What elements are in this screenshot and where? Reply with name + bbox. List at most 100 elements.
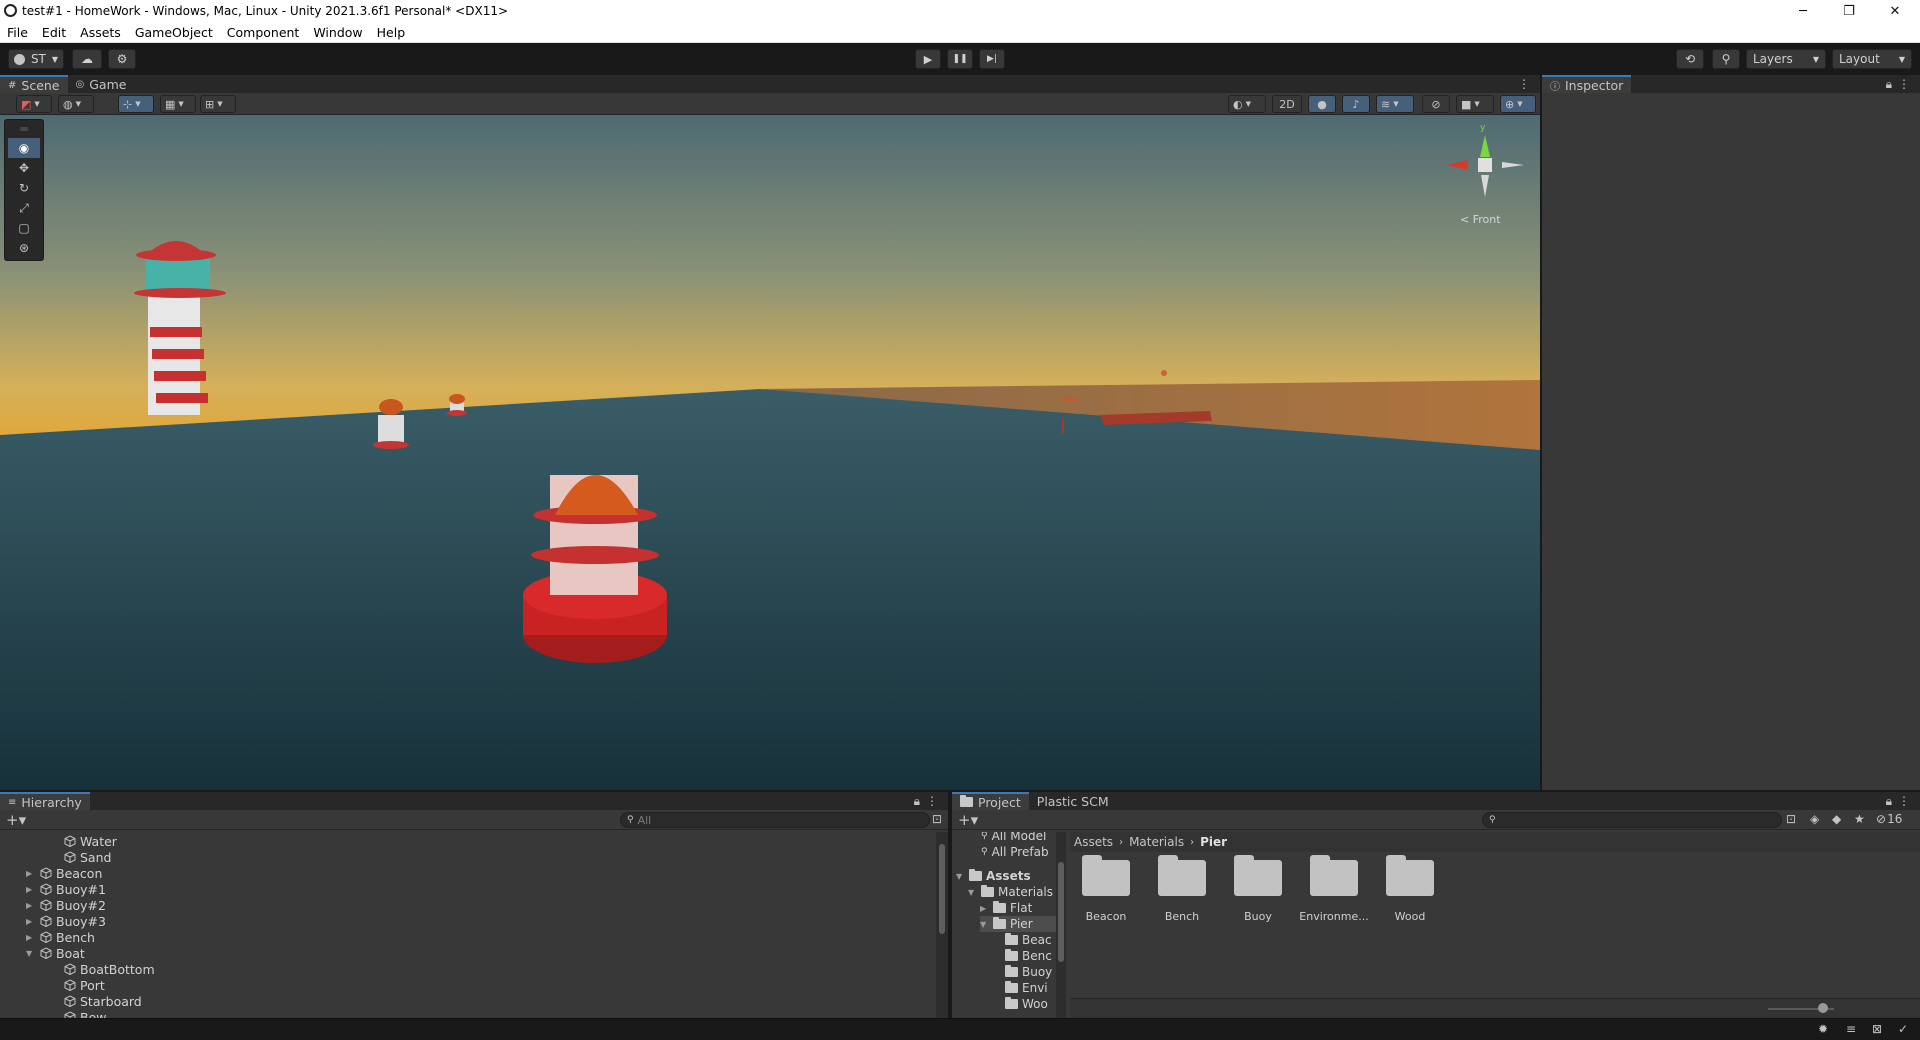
more-options-icon[interactable]: ⋮ (1898, 794, 1910, 808)
minimize-button[interactable]: ─ (1780, 0, 1826, 22)
close-button[interactable]: ✕ (1872, 0, 1918, 22)
scene-audio-toggle[interactable]: ♪ (1342, 95, 1370, 113)
expand-arrow-icon[interactable]: ▶ (980, 904, 989, 913)
project-tree-item[interactable]: ⚲ All Model (968, 832, 1046, 844)
layers-dropdown[interactable]: Layers ▼ (1746, 49, 1826, 69)
increment-snap-dropdown[interactable]: ⊞ ▼ (200, 95, 236, 113)
asset-folder[interactable]: Bench (1146, 855, 1218, 923)
expand-arrow-icon[interactable]: ▶ (26, 885, 36, 894)
zoom-slider-thumb[interactable] (1818, 1003, 1828, 1013)
expand-arrow-icon[interactable]: ▶ (26, 869, 36, 878)
scene-lighting-toggle[interactable]: ● (1308, 95, 1336, 113)
bug-icon[interactable]: ✹ (1818, 1022, 1828, 1036)
tab-game[interactable]: ◎ Game (68, 75, 135, 93)
asset-folder[interactable]: Beacon (1070, 855, 1142, 923)
hierarchy-item[interactable]: ▶ Beacon (26, 865, 102, 881)
menu-help[interactable]: Help (370, 25, 413, 40)
lock-icon[interactable]: 🔒︎ (1886, 794, 1892, 809)
project-tree-item[interactable]: Envi (992, 980, 1048, 996)
hierarchy-item[interactable]: ▼ Boat (26, 945, 85, 961)
menu-window[interactable]: Window (306, 25, 369, 40)
more-options-icon[interactable]: ⋮ (926, 794, 938, 808)
search-button[interactable]: ⚲ (1712, 49, 1740, 69)
grid-dropdown[interactable]: ▦ ▼ (160, 95, 196, 113)
collab-button[interactable]: ⚙ (108, 49, 136, 69)
label-tag-icon[interactable]: ◆ (1832, 812, 1841, 826)
hidden-packages-toggle[interactable]: ⊘ 16 (1876, 812, 1902, 826)
expand-arrow-icon[interactable]: ▶ (26, 901, 36, 910)
hierarchy-item[interactable]: ▶ Bench (26, 929, 95, 945)
hierarchy-item[interactable]: Port (50, 977, 105, 993)
menu-gameobject[interactable]: GameObject (128, 25, 220, 40)
asset-folder[interactable]: Environme... (1298, 855, 1370, 923)
hierarchy-item[interactable]: ▶ Buoy#1 (26, 881, 106, 897)
lighting-dropdown[interactable]: ◐ ▼ (1228, 95, 1266, 113)
scene-visibility-icon[interactable]: ⊡ (932, 812, 942, 826)
expand-arrow-icon[interactable]: ▼ (980, 920, 989, 929)
gizmos-dropdown[interactable]: ⊕ ▼ (1500, 95, 1536, 113)
project-tree-item[interactable]: Buoy (992, 964, 1052, 980)
check-icon[interactable]: ✓ (1898, 1022, 1908, 1036)
hierarchy-item[interactable]: ▶ Buoy#3 (26, 913, 106, 929)
tab-inspector[interactable]: ⓘ Inspector (1542, 75, 1632, 93)
hierarchy-search-input[interactable]: ⚲ All (620, 812, 930, 828)
rect-tool-button[interactable]: ▢ (8, 218, 40, 238)
asset-folder[interactable]: Wood (1374, 855, 1446, 923)
breadcrumb-pier[interactable]: Pier (1200, 835, 1227, 849)
play-button[interactable]: ▶ (915, 49, 941, 69)
render-mode-dropdown[interactable]: ◍ ▼ (58, 95, 94, 113)
project-tree-item[interactable]: ▼ Materials (968, 884, 1053, 900)
search-type-icon[interactable]: ⊡ (1786, 812, 1796, 826)
toggle-2d-button[interactable]: 2D (1272, 95, 1302, 113)
expand-arrow-icon[interactable]: ▼ (968, 888, 977, 897)
breadcrumb-materials[interactable]: Materials (1129, 835, 1184, 849)
scene-viewport[interactable]: ═ ◉ ✥ ↻ ⤢ ▢ ⊛ y < Front (0, 115, 1540, 790)
lock-icon[interactable]: 🔒︎ (1886, 77, 1892, 92)
view-tool-button[interactable]: ◉ (8, 138, 40, 158)
breadcrumb-assets[interactable]: Assets (1074, 835, 1113, 849)
rotate-tool-button[interactable]: ↻ (8, 178, 40, 198)
undo-history-button[interactable]: ⟲ (1676, 49, 1704, 69)
project-tree-item[interactable]: Benc (992, 948, 1052, 964)
project-tree-item[interactable]: ▶ Flat (980, 900, 1032, 916)
hierarchy-item[interactable]: Water (50, 833, 117, 849)
palette-drag-handle[interactable]: ═ (5, 120, 43, 138)
create-plus-icon[interactable]: +▾ (958, 811, 978, 829)
orientation-gizmo[interactable]: y (1440, 123, 1530, 217)
tab-scene[interactable]: # Scene (0, 75, 68, 93)
project-tree-item[interactable]: ▼ Pier (980, 916, 1056, 932)
camera-dropdown[interactable]: ■ ▼ (1456, 95, 1494, 113)
filter-type-icon[interactable]: ◈ (1810, 812, 1819, 826)
hierarchy-scroll-thumb[interactable] (939, 844, 945, 934)
project-tree-item[interactable]: Beac (992, 932, 1052, 948)
move-tool-button[interactable]: ✥ (8, 158, 40, 178)
project-tree-scrollbar[interactable] (1056, 832, 1066, 1018)
effects-dropdown[interactable]: ≋ ▼ (1376, 95, 1414, 113)
menu-file[interactable]: File (0, 25, 35, 40)
expand-arrow-icon[interactable]: ▼ (956, 872, 965, 881)
tab-project[interactable]: Project (952, 792, 1029, 810)
lock-icon[interactable]: 🔒︎ (914, 794, 920, 809)
hidden-objects-toggle[interactable]: ⊘ (1422, 95, 1450, 113)
cloud-button[interactable]: ☁ (72, 49, 102, 69)
menu-component[interactable]: Component (220, 25, 307, 40)
network-icon[interactable]: ⊠ (1872, 1022, 1882, 1036)
project-tree-item[interactable]: ⚲ All Prefab (968, 844, 1049, 860)
hierarchy-scrollbar[interactable] (936, 832, 948, 1018)
menu-assets[interactable]: Assets (73, 25, 128, 40)
expand-arrow-icon[interactable]: ▼ (26, 949, 36, 958)
project-search-input[interactable]: ⚲ (1482, 812, 1782, 828)
project-tree-item[interactable]: ▼ Assets (956, 868, 1031, 884)
menu-edit[interactable]: Edit (35, 25, 73, 40)
scale-tool-button[interactable]: ⤢ (8, 198, 40, 218)
step-button[interactable]: ▶| (979, 49, 1005, 69)
create-plus-icon[interactable]: +▾ (6, 811, 26, 829)
project-tree-item[interactable]: Woo (992, 996, 1048, 1012)
hierarchy-item[interactable]: Sand (50, 849, 111, 865)
account-dropdown[interactable]: ST ▼ (8, 49, 64, 69)
move-snap-dropdown[interactable]: ⊹ ▼ (118, 95, 154, 113)
expand-arrow-icon[interactable]: ▶ (26, 933, 36, 942)
pause-button[interactable]: ❚❚ (947, 49, 973, 69)
hierarchy-item[interactable]: Bow (50, 1009, 106, 1018)
more-options-icon[interactable]: ⋮ (1518, 77, 1530, 91)
